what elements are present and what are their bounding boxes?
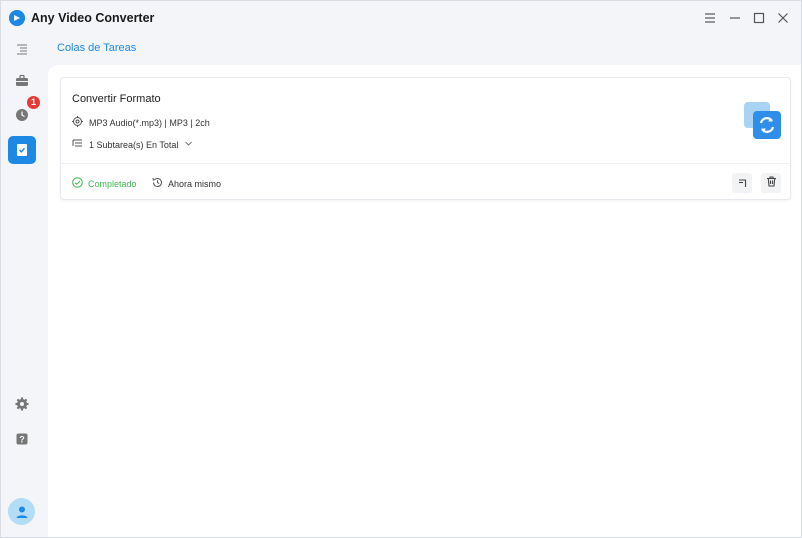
- minimize-icon[interactable]: [726, 9, 744, 27]
- task-card: Convertir Formato MP3 Audio(*.mp3) | MP3…: [60, 77, 791, 200]
- card-divider: [61, 163, 790, 164]
- menu-icon[interactable]: [701, 9, 719, 27]
- status-badge: Completado: [72, 177, 137, 190]
- toolbox-icon[interactable]: [8, 67, 36, 95]
- subtasks-count: 1 Subtarea(s) En Total: [89, 139, 179, 150]
- user-avatar-icon[interactable]: [8, 498, 35, 525]
- task-format-row: MP3 Audio(*.mp3) | MP3 | 2ch: [72, 116, 210, 129]
- main-content: Convertir Formato MP3 Audio(*.mp3) | MP3…: [48, 65, 801, 537]
- subtask-list-icon: [72, 138, 83, 151]
- audio-settings-icon: [72, 116, 83, 129]
- time-text: Ahora mismo: [168, 178, 222, 189]
- subtasks-toggle[interactable]: 1 Subtarea(s) En Total: [72, 138, 193, 151]
- history-icon: [152, 177, 163, 190]
- delete-button[interactable]: [761, 173, 781, 193]
- page-title[interactable]: Colas de Tareas: [57, 42, 136, 54]
- close-icon[interactable]: [774, 9, 792, 27]
- gear-icon[interactable]: [8, 390, 36, 418]
- app-title: Any Video Converter: [31, 11, 155, 25]
- app-logo-icon: [9, 10, 25, 26]
- sidebar: 1 ?: [1, 35, 47, 537]
- history-clock-icon[interactable]: 1: [8, 96, 40, 129]
- task-format: MP3 Audio(*.mp3) | MP3 | 2ch: [89, 117, 210, 128]
- trash-icon: [766, 174, 777, 192]
- help-icon[interactable]: ?: [8, 425, 36, 453]
- convert-format-thumbnail-icon: [744, 102, 781, 139]
- check-circle-icon: [72, 177, 83, 190]
- maximize-icon[interactable]: [750, 9, 768, 27]
- task-time: Ahora mismo: [152, 177, 221, 190]
- svg-text:?: ?: [19, 435, 25, 445]
- status-text: Completado: [88, 178, 137, 189]
- task-title: Convertir Formato: [72, 93, 161, 105]
- task-queue-icon[interactable]: [8, 136, 36, 164]
- title-bar: Any Video Converter: [1, 1, 801, 35]
- open-folder-button[interactable]: [732, 173, 752, 193]
- app-window: Any Video Converter 1 ? Colas de Tareas …: [0, 0, 802, 538]
- collapse-menu-icon[interactable]: [8, 35, 36, 63]
- notification-badge: 1: [27, 96, 40, 109]
- chevron-down-icon: [184, 139, 193, 150]
